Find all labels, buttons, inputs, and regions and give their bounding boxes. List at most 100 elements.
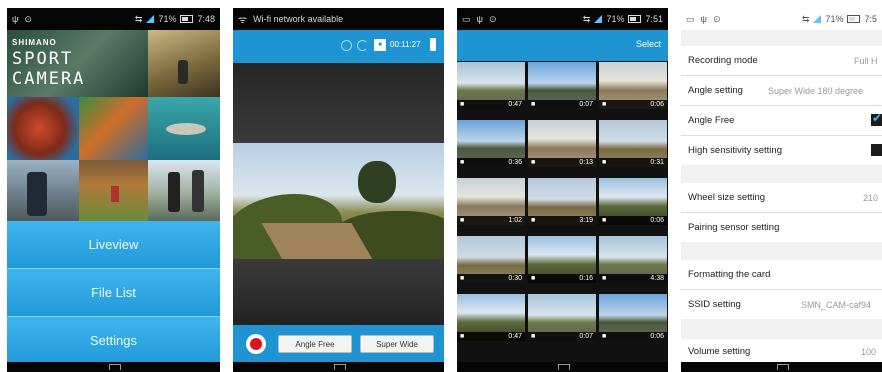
setting-recording-mode[interactable]: Recording mode Full H (681, 46, 882, 75)
video-thumbnail[interactable]: ■ 0:47 (457, 294, 525, 341)
photo-fish (148, 97, 220, 160)
preview-bottom-mask (233, 259, 444, 325)
video-thumbnail[interactable]: ■ 0:07 (528, 294, 596, 341)
file-list-button[interactable]: File List (7, 269, 220, 317)
liveview-button[interactable]: Liveview (7, 221, 220, 269)
brand-logo: SHIMANO (12, 38, 57, 47)
nav-bar (233, 362, 444, 372)
usb-icon: ψ (700, 14, 707, 24)
super-wide-button[interactable]: Super Wide (360, 335, 434, 353)
video-thumbnail[interactable]: ■ 0:31 (599, 120, 667, 167)
liveview-screen: ᯤ Wi-fi network available ■ 00:11:27 Ang… (233, 8, 444, 372)
video-thumbnail[interactable]: ■ 0:36 (457, 120, 525, 167)
angle-free-button[interactable]: Angle Free (278, 335, 352, 353)
video-duration: 0:06 (650, 101, 664, 108)
nav-bar (681, 362, 882, 372)
thumbnail-info-bar: ■ 4:38 (599, 274, 667, 283)
setting-high-sensitivity[interactable]: High sensitivity setting (681, 136, 882, 165)
home-icon[interactable] (557, 364, 570, 370)
video-thumbnail[interactable]: ■ 0:06 (599, 294, 667, 341)
settings-screen: ▭ ψ ⊙ ⇆ 71% 7:5 Recording mode Full H Angl… (681, 8, 882, 372)
home-icon[interactable] (333, 364, 346, 370)
battery-icon (628, 15, 642, 23)
settings-button[interactable]: Settings (7, 317, 220, 365)
video-thumbnail[interactable]: ■ 0:13 (528, 120, 596, 167)
notification-icon: ⊙ (24, 13, 32, 24)
setting-wheel-size[interactable]: Wheel size setting 210 (681, 183, 882, 212)
video-duration: 0:31 (650, 159, 664, 166)
record-icon (250, 338, 262, 350)
setting-angle[interactable]: Angle setting Super Wide 180 degree (681, 76, 882, 105)
video-thumbnail[interactable]: ■ 0:06 (599, 178, 667, 225)
high-sensitivity-checkbox[interactable] (871, 144, 882, 156)
thumbnail-info-bar: ■ 0:30 (457, 274, 525, 283)
angle-free-checkbox[interactable]: ✔ (871, 111, 882, 126)
home-icon[interactable] (776, 364, 789, 370)
select-button[interactable]: Select (636, 39, 661, 49)
video-camera-icon: ■ (460, 275, 465, 282)
video-thumbnail[interactable]: ■ 4:38 (599, 236, 667, 283)
app-title-line1: SPORT (12, 49, 74, 69)
zoom-icon[interactable] (341, 40, 352, 51)
network-icon: ⇆ (134, 13, 143, 24)
status-bar: ▭ ψ ⊙ ⇆ 71% 7:5 (681, 8, 882, 30)
thumbnail-info-bar: ■ 0:36 (457, 158, 525, 167)
nav-bar (457, 362, 668, 372)
video-thumbnail[interactable]: ■ 0:47 (457, 62, 525, 109)
thumbnail-info-bar: ■ 0:47 (457, 100, 525, 109)
setting-ssid[interactable]: SSID setting SMN_CAM-caf94 (681, 290, 882, 319)
setting-value: Full H (854, 55, 878, 66)
gallery-icon: ▭ (462, 13, 471, 24)
check-icon: ✔ (872, 111, 882, 125)
video-camera-icon: ■ (602, 101, 607, 108)
thumbnail-info-bar: ■ 0:06 (599, 216, 667, 225)
refresh-icon[interactable] (357, 40, 368, 51)
video-thumbnail[interactable]: ■ 0:06 (599, 62, 667, 109)
file-list-toolbar: Select (457, 30, 668, 61)
setting-label: High sensitivity setting (688, 145, 782, 156)
setting-volume[interactable]: Volume setting 100 (681, 339, 882, 364)
video-mode-icon[interactable]: ■ (374, 39, 386, 51)
thumbnail-info-bar: ■ 0:47 (457, 332, 525, 341)
video-duration: 1:02 (508, 217, 522, 224)
photo-mountain-biker (148, 30, 220, 97)
notification-icon: ⊙ (712, 13, 721, 24)
recording-time: 00:11:27 (390, 40, 421, 49)
video-thumbnail[interactable]: ■ 0:07 (528, 62, 596, 109)
video-camera-icon: ■ (460, 159, 465, 166)
video-duration: 0:47 (508, 333, 522, 340)
video-duration: 3:19 (579, 217, 593, 224)
thumbnail-info-bar: ■ 0:07 (528, 100, 596, 109)
network-icon: ⇆ (582, 13, 591, 24)
section-gap (681, 242, 882, 260)
video-thumbnail[interactable]: ■ 3:19 (528, 178, 596, 225)
video-camera-icon: ■ (531, 333, 536, 340)
video-camera-icon: ■ (531, 275, 536, 282)
setting-angle-free[interactable]: Angle Free ✔ (681, 106, 882, 135)
home-icon[interactable] (108, 364, 121, 370)
signal-icon (146, 15, 155, 23)
section-gap (681, 165, 882, 183)
photo-trail (79, 160, 148, 221)
status-bar: ᯤ Wi-fi network available (233, 8, 444, 30)
notification-icon: ⊙ (488, 13, 497, 24)
thumbnail-info-bar: ■ 0:31 (599, 158, 667, 167)
video-thumbnail[interactable]: ■ 0:30 (457, 236, 525, 283)
setting-format-card[interactable]: Formatting the card (681, 260, 882, 289)
video-camera-icon: ■ (602, 159, 607, 166)
setting-label: Angle setting (688, 85, 743, 96)
network-icon: ⇆ (801, 13, 810, 24)
setting-pairing-sensor[interactable]: Pairing sensor setting (681, 213, 882, 242)
video-camera-icon: ■ (460, 217, 465, 224)
video-thumbnail[interactable]: ■ 1:02 (457, 178, 525, 225)
video-camera-icon: ■ (602, 333, 607, 340)
wifi-icon: ᯤ (238, 15, 248, 26)
record-button[interactable] (246, 334, 266, 354)
thumbnail-info-bar: ■ 3:19 (528, 216, 596, 225)
video-camera-icon: ■ (602, 217, 607, 224)
setting-value: Super Wide 180 degree (768, 85, 864, 96)
video-thumbnail[interactable]: ■ 0:16 (528, 236, 596, 283)
setting-value: SMN_CAM-caf94 (801, 299, 872, 310)
video-duration: 0:36 (508, 159, 522, 166)
gallery-icon: ▭ (686, 13, 695, 24)
